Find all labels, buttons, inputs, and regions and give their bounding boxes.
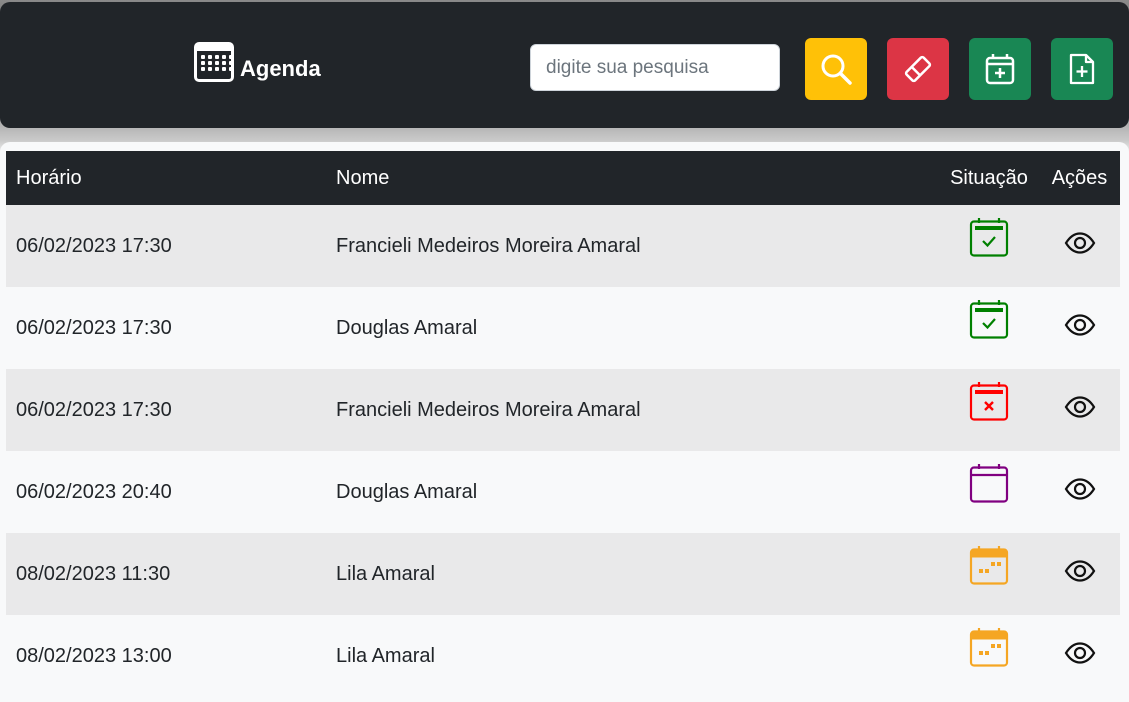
cell-situacao: [939, 287, 1039, 369]
cell-acoes: [1039, 533, 1120, 615]
cell-situacao: [939, 533, 1039, 615]
table-row: 06/02/2023 17:30 Francieli Medeiros Morei…: [6, 205, 1120, 287]
table-row: 06/02/2023 20:40 Douglas Amaral: [6, 451, 1120, 533]
calendar-grid-icon: [194, 42, 234, 82]
column-situacao: Situação: [950, 166, 1028, 189]
eye-icon[interactable]: [1064, 232, 1096, 260]
eye-icon[interactable]: [1064, 396, 1096, 424]
column-horario: Horário: [16, 166, 82, 189]
search-icon: [821, 54, 852, 85]
search-input[interactable]: [530, 44, 780, 91]
brand-title: Agenda: [240, 56, 321, 81]
cell-horario: 06/02/2023 17:30: [16, 398, 172, 421]
cell-nome: Lila Amaral: [336, 562, 435, 585]
cell-horario: 06/02/2023 17:30: [16, 316, 172, 339]
eye-icon[interactable]: [1064, 560, 1096, 588]
table-row: 08/02/2023 11:30 Lila Amaral: [6, 533, 1120, 615]
cell-nome: Douglas Amaral: [336, 480, 478, 503]
cell-horario: 08/02/2023 13:00: [16, 644, 172, 667]
calendar-check-icon: [969, 218, 1009, 264]
cell-acoes: [1039, 615, 1120, 697]
cell-nome: Lila Amaral: [336, 644, 435, 667]
column-nome: Nome: [336, 166, 390, 189]
cell-nome: Francieli Medeiros Moreira Amaral: [336, 398, 641, 421]
brand[interactable]: Agenda: [194, 42, 321, 82]
table-row: 06/02/2023 17:30 Douglas Amaral: [6, 287, 1120, 369]
cell-acoes: [1039, 205, 1120, 287]
new-appointment-button[interactable]: [969, 38, 1031, 100]
cell-acoes: [1039, 287, 1120, 369]
top-navbar: Agenda: [0, 2, 1129, 128]
file-plus-icon: [1069, 53, 1095, 85]
table-body: 06/02/2023 17:30 Francieli Medeiros Morei…: [6, 205, 1120, 697]
clear-button[interactable]: [887, 38, 949, 100]
search-button[interactable]: [805, 38, 867, 100]
eye-icon[interactable]: [1064, 314, 1096, 342]
eye-icon[interactable]: [1064, 478, 1096, 506]
cell-acoes: [1039, 451, 1120, 533]
column-acoes: Ações: [1051, 166, 1108, 189]
cell-horario: 06/02/2023 20:40: [16, 480, 172, 503]
table-row: 06/02/2023 17:30 Francieli Medeiros Morei…: [6, 369, 1120, 451]
cell-situacao: [939, 205, 1039, 287]
appointments-panel: Horário Nome Situação Ações 06/02/2023 1…: [0, 142, 1129, 702]
table-header: Horário Nome Situação Ações: [6, 151, 1120, 205]
cell-nome: Douglas Amaral: [336, 316, 478, 339]
new-record-button[interactable]: [1051, 38, 1113, 100]
cell-situacao: [939, 369, 1039, 451]
eye-icon[interactable]: [1064, 642, 1096, 670]
cell-acoes: [1039, 369, 1120, 451]
calendar-empty-icon: [969, 464, 1009, 510]
cell-horario: 06/02/2023 17:30: [16, 234, 172, 257]
cell-situacao: [939, 451, 1039, 533]
calendar-dots-icon: [969, 546, 1009, 592]
calendar-dots-icon: [969, 628, 1009, 674]
table-row: 08/02/2023 13:00 Lila Amaral: [6, 615, 1120, 697]
calendar-check-icon: [969, 300, 1009, 346]
cell-horario: 08/02/2023 11:30: [16, 562, 171, 585]
calendar-x-icon: [969, 382, 1009, 428]
eraser-icon: [904, 55, 932, 83]
calendar-plus-icon: [985, 54, 1015, 85]
cell-nome: Francieli Medeiros Moreira Amaral: [336, 234, 641, 257]
cell-situacao: [939, 615, 1039, 697]
appointments-table: Horário Nome Situação Ações 06/02/2023 1…: [6, 151, 1120, 697]
